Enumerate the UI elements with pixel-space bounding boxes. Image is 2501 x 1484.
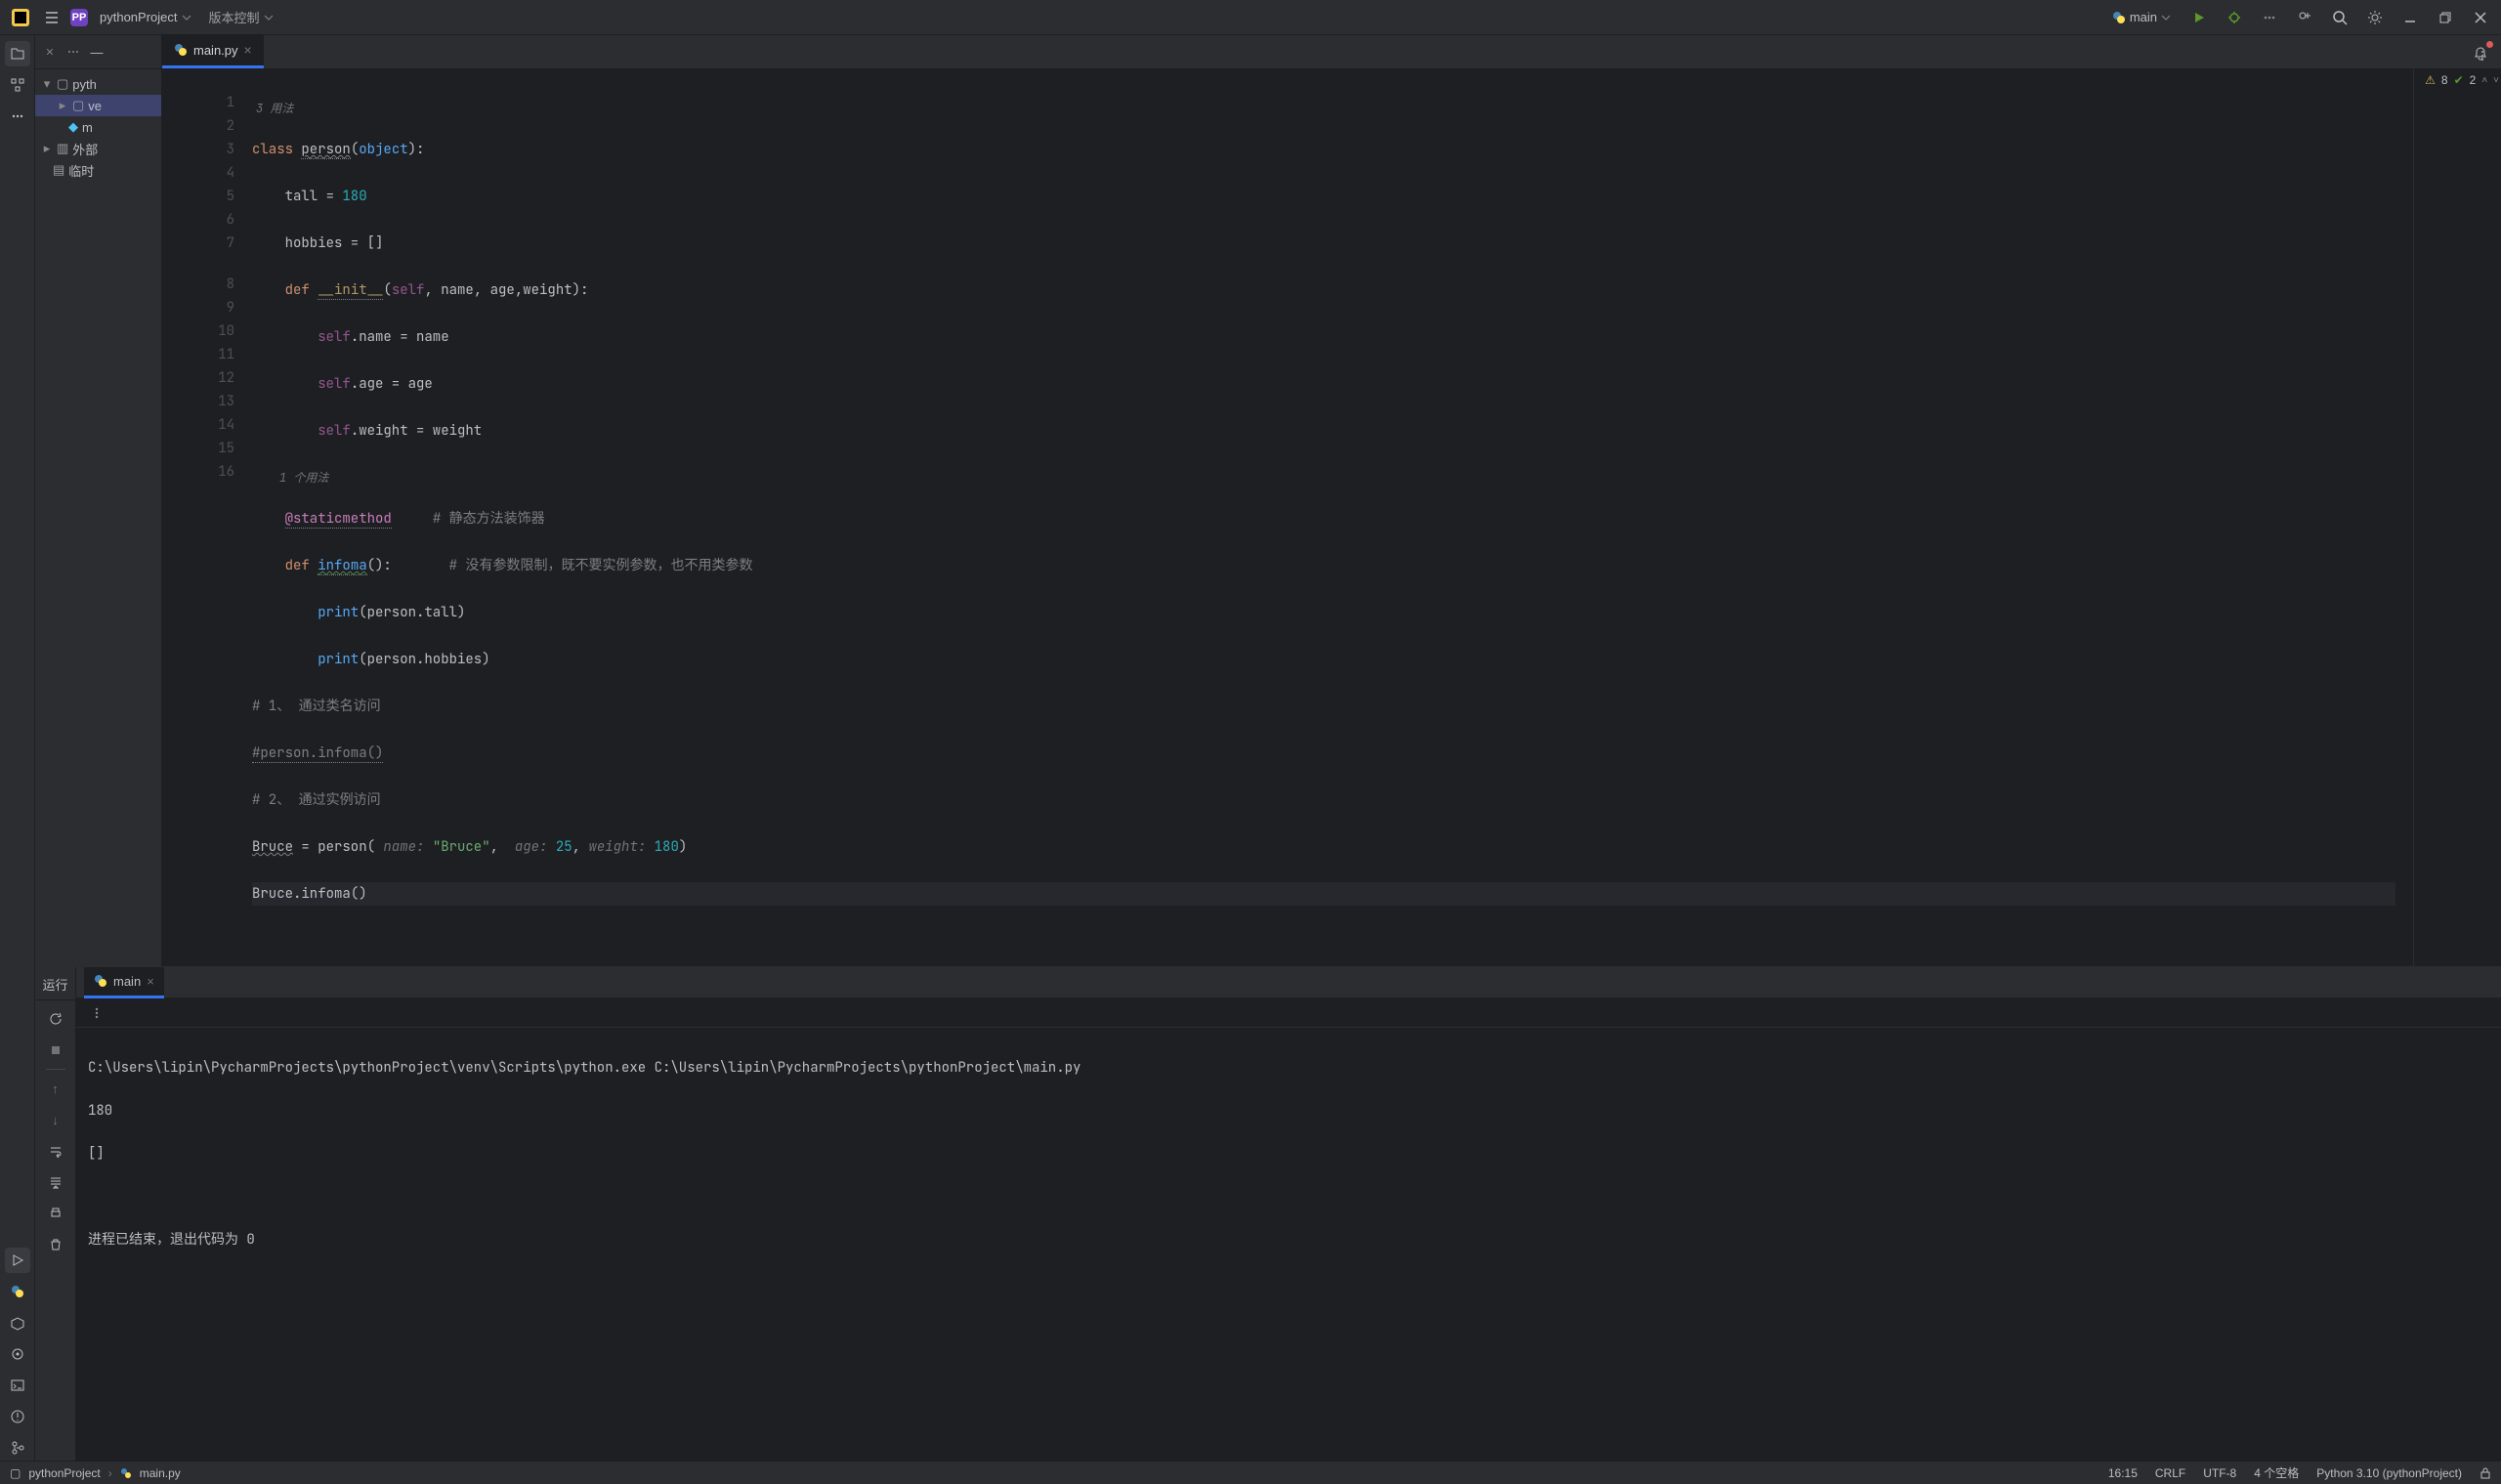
vcs-dropdown[interactable]: 版本控制 bbox=[203, 6, 279, 28]
up-stack-icon[interactable]: ↑ bbox=[43, 1076, 68, 1101]
run-toolwin-icon[interactable] bbox=[5, 1248, 30, 1273]
tree-ext-libs[interactable]: ▸ ▥ 外部 bbox=[35, 138, 161, 159]
scratch-icon: ▤ bbox=[53, 162, 64, 178]
folder-icon: ▢ bbox=[72, 98, 84, 113]
breadcrumb-file[interactable]: main.py bbox=[140, 1466, 181, 1480]
module-icon: ▢ bbox=[10, 1466, 21, 1480]
tab-main-py[interactable]: main.py × bbox=[162, 34, 264, 68]
close-window-icon[interactable] bbox=[2468, 5, 2493, 30]
lib-icon: ▥ bbox=[57, 141, 68, 156]
python-file-icon bbox=[120, 1467, 132, 1479]
collapse-icon[interactable]: — bbox=[88, 43, 106, 61]
console-output[interactable]: C:\Users\lipin\PycharmProjects\pythonPro… bbox=[76, 1028, 2501, 1461]
ok-count: 2 bbox=[2470, 73, 2477, 87]
run-tab-label: main bbox=[113, 974, 141, 989]
breadcrumb-sep: › bbox=[108, 1466, 112, 1480]
code-body[interactable]: 3 用法 class person(object): tall = 180 ho… bbox=[248, 69, 2413, 966]
more-tool-icon[interactable] bbox=[5, 104, 30, 129]
console-line: 进程已结束，退出代码为 0 bbox=[88, 1231, 255, 1249]
folder-icon: ▢ bbox=[57, 76, 68, 92]
tree-opts-icon[interactable] bbox=[64, 43, 82, 61]
lock-icon[interactable] bbox=[2480, 1467, 2491, 1479]
interpreter[interactable]: Python 3.10 (pythonProject) bbox=[2316, 1466, 2462, 1480]
project-badge: PP bbox=[70, 9, 88, 26]
problems-icon[interactable] bbox=[5, 1404, 30, 1429]
console-line: C:\Users\lipin\PycharmProjects\pythonPro… bbox=[88, 1059, 1081, 1077]
code-editor[interactable]: 1234567 8910111213141516 3 用法 class pers… bbox=[162, 69, 2501, 966]
structure-tool-icon[interactable] bbox=[5, 72, 30, 98]
run-panel-title: 运行 bbox=[35, 967, 75, 1000]
console-line: 180 bbox=[88, 1102, 112, 1120]
close-run-tab-icon[interactable]: × bbox=[147, 974, 154, 989]
git-icon[interactable] bbox=[5, 1435, 30, 1461]
python-file-icon bbox=[2112, 11, 2126, 24]
console-opts-icon[interactable] bbox=[84, 1000, 109, 1026]
python-console-icon[interactable] bbox=[5, 1279, 30, 1304]
notifications-icon[interactable] bbox=[2468, 41, 2493, 66]
tree-root[interactable]: ▾ ▢ pyth bbox=[35, 73, 161, 95]
run-tab-main[interactable]: main × bbox=[84, 967, 164, 998]
close-tab-icon[interactable]: × bbox=[244, 42, 252, 58]
tree-venv[interactable]: ▸ ▢ ve bbox=[35, 95, 161, 116]
debug-button[interactable] bbox=[2222, 5, 2247, 30]
packages-icon[interactable] bbox=[5, 1310, 30, 1336]
indent[interactable]: 4 个空格 bbox=[2254, 1464, 2299, 1481]
run-config-name: main bbox=[2130, 10, 2157, 24]
prev-highlight-icon[interactable]: ˄ bbox=[2481, 75, 2487, 86]
python-file-icon bbox=[174, 43, 188, 57]
soft-wrap-icon[interactable] bbox=[43, 1138, 68, 1164]
warning-count: 8 bbox=[2441, 73, 2448, 87]
inlay-usages: 3 用法 bbox=[252, 97, 2413, 114]
hide-tree-icon[interactable] bbox=[41, 43, 59, 61]
print-icon[interactable] bbox=[43, 1201, 68, 1226]
run-button[interactable] bbox=[2186, 5, 2212, 30]
python-file-icon bbox=[94, 974, 107, 988]
project-tool-icon[interactable] bbox=[5, 41, 30, 66]
next-highlight-icon[interactable]: ˅ bbox=[2493, 75, 2499, 86]
project-dropdown[interactable]: pythonProject bbox=[94, 8, 197, 26]
collaborate-icon[interactable] bbox=[2292, 5, 2317, 30]
restore-window-icon[interactable] bbox=[2433, 5, 2458, 30]
search-icon[interactable] bbox=[2327, 5, 2353, 30]
clear-icon[interactable] bbox=[43, 1232, 68, 1257]
rerun-icon[interactable] bbox=[43, 1006, 68, 1032]
terminal-icon[interactable] bbox=[5, 1373, 30, 1398]
python-file-icon: ◆ bbox=[68, 119, 78, 135]
pycharm-logo-icon[interactable] bbox=[8, 5, 33, 30]
warning-icon[interactable]: ⚠ bbox=[2425, 73, 2436, 87]
services-icon[interactable] bbox=[5, 1341, 30, 1367]
tree-scratch[interactable]: ▤ 临时 bbox=[35, 159, 161, 181]
tab-label: main.py bbox=[193, 43, 238, 58]
vcs-label: 版本控制 bbox=[209, 8, 260, 26]
tree-file-main[interactable]: ◆ m bbox=[35, 116, 161, 138]
minimize-window-icon[interactable] bbox=[2397, 5, 2423, 30]
scroll-end-icon[interactable] bbox=[43, 1169, 68, 1195]
stop-icon[interactable] bbox=[43, 1038, 68, 1063]
breadcrumb-project[interactable]: pythonProject bbox=[28, 1466, 100, 1480]
settings-icon[interactable] bbox=[2362, 5, 2388, 30]
project-name: pythonProject bbox=[100, 10, 178, 24]
inlay-usages: 1 个用法 bbox=[252, 466, 2413, 484]
encoding[interactable]: UTF-8 bbox=[2203, 1466, 2236, 1480]
console-line: [] bbox=[88, 1145, 105, 1163]
hamburger-icon[interactable] bbox=[39, 5, 64, 30]
line-sep[interactable]: CRLF bbox=[2155, 1466, 2185, 1480]
down-stack-icon[interactable]: ↓ bbox=[43, 1107, 68, 1132]
line-gutter: 1234567 8910111213141516 bbox=[162, 69, 248, 966]
caret-position[interactable]: 16:15 bbox=[2108, 1466, 2138, 1480]
more-run-icon[interactable] bbox=[2257, 5, 2282, 30]
check-icon[interactable]: ✔ bbox=[2454, 73, 2464, 87]
run-config-dropdown[interactable]: main bbox=[2106, 8, 2177, 26]
